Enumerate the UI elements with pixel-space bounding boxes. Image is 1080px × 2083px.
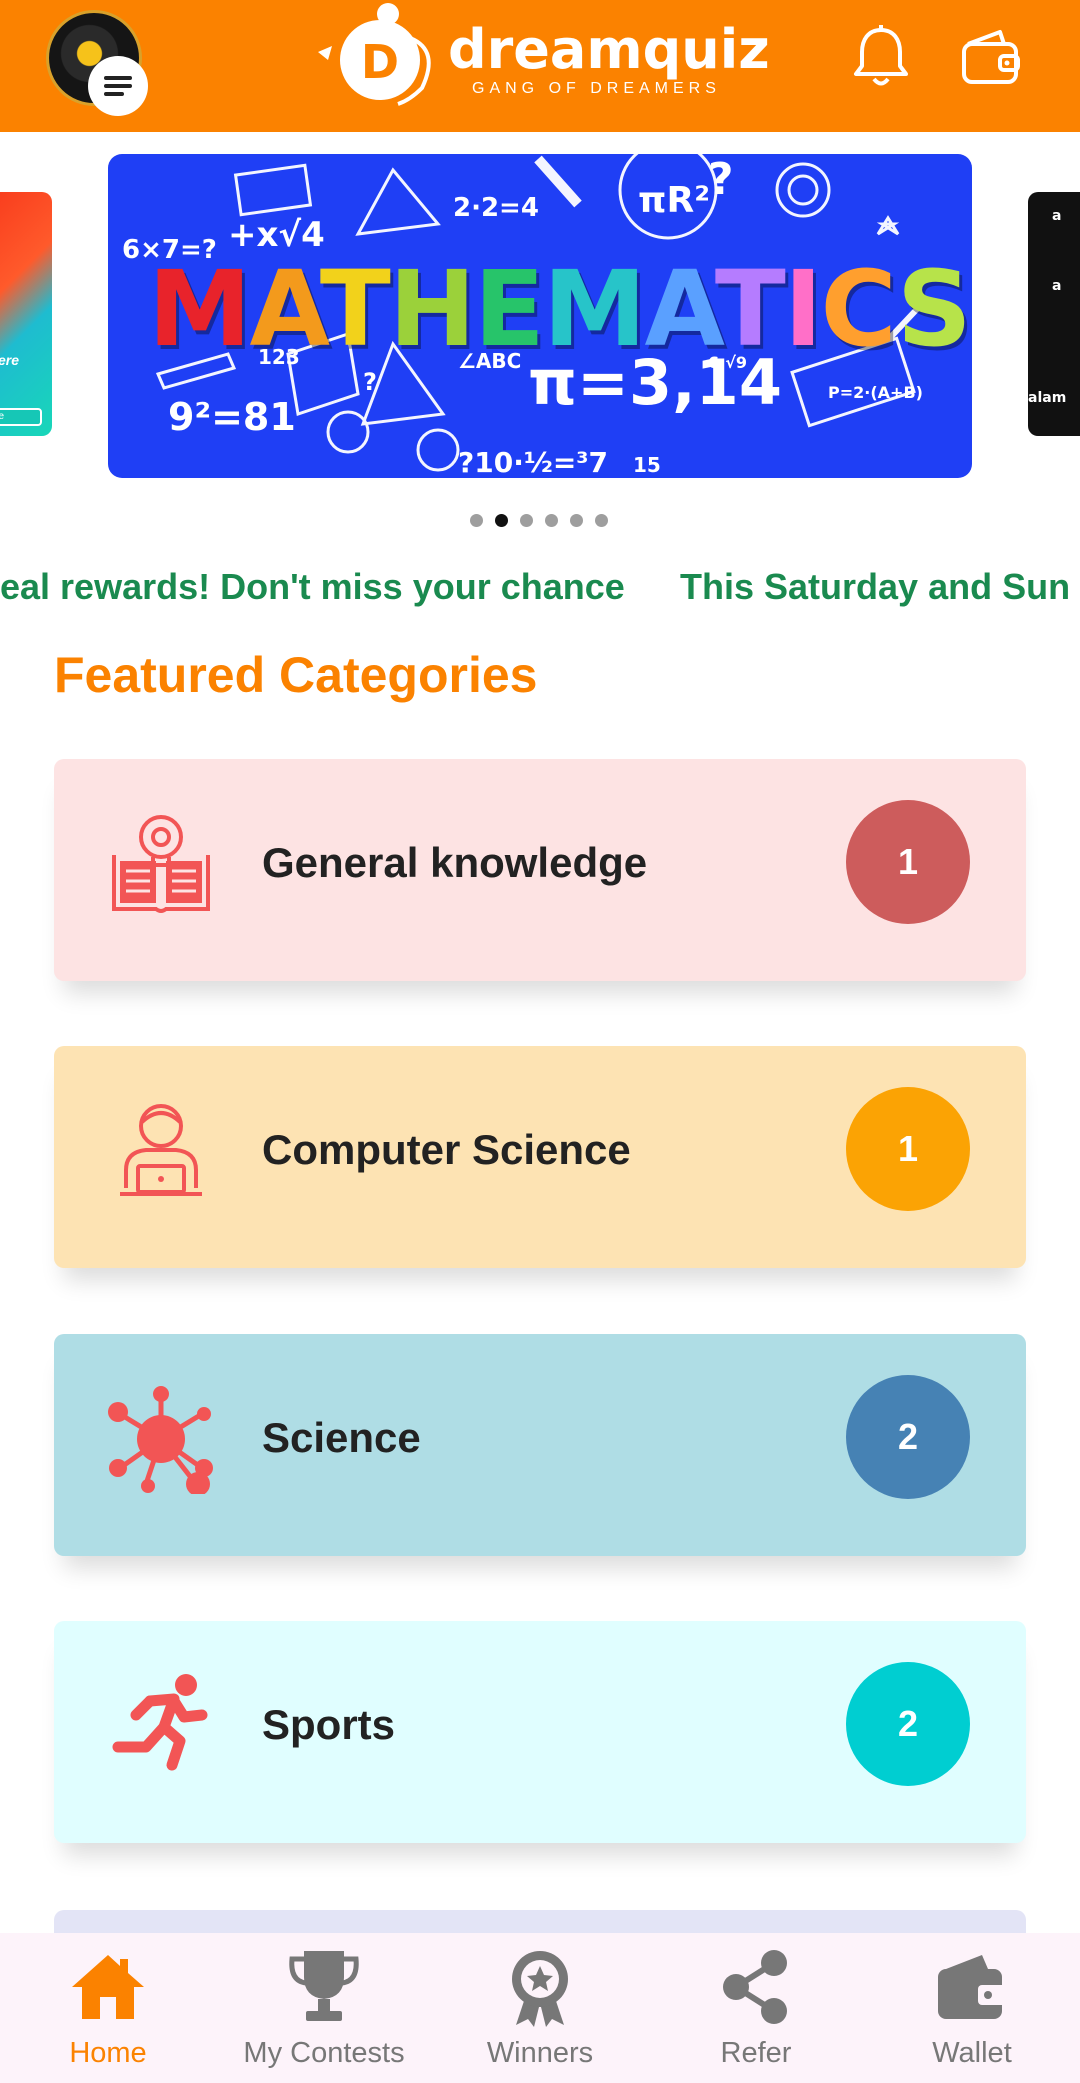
carousel-slide-mathematics[interactable]: 6×7=? +x√4 2·2=4 πR² ? 9²=81 123 ∠ABC π=… [108,154,972,478]
banner-title: MATHEMATICS [148,248,972,370]
category-name: Sports [262,1701,396,1748]
svg-text:?: ? [708,154,734,205]
carousel-slide-next[interactable]: a a alam [1028,192,1080,436]
category-card-general-knowledge[interactable]: General knowledge 1 [54,759,1026,981]
carousel-dot[interactable] [545,514,558,527]
svg-text:2·2=4: 2·2=4 [453,193,539,223]
nav-refer[interactable]: Refer [648,1933,864,2083]
svg-text:a: a [1052,278,1061,294]
home-icon [72,1955,144,2019]
category-name: Science [262,1414,421,1461]
nav-label: My Contests [243,2037,405,2069]
wallet-icon [938,1955,1006,2019]
banner-title-letter: C [820,248,899,370]
category-card-computer-science[interactable]: Computer Science 1 [54,1046,1026,1268]
banner-title-letter: I [783,248,823,370]
nav-winners[interactable]: Winners [432,1933,648,2083]
category-name: General knowledge [262,839,648,886]
svg-text:P=2·(A+B): P=2·(A+B) [828,383,923,402]
banner-title-letter: A [249,248,322,370]
category-card-science[interactable]: Science 2 [54,1334,1026,1556]
logo-tagline: GANG OF DREAMERS [472,80,721,97]
carousel-dot[interactable] [570,514,583,527]
trophy-icon [289,1951,359,2021]
share-icon [723,1950,787,2024]
banner-title-letter: A [644,248,716,370]
svg-text:alam: alam [1028,390,1066,406]
svg-text:9²=81: 9²=81 [168,395,296,439]
book-bulb-icon [106,809,216,919]
logo-text: dreamquiz [448,18,770,81]
svg-text:?10·½=³7: ?10·½=³7 [458,446,608,478]
category-count-badge: 1 [846,800,970,924]
marquee-text: This Saturday and Sun [680,566,1071,607]
category-count-badge: 1 [846,1087,970,1211]
marquee-text: eal rewards! Don't miss your chance [0,566,625,607]
category-count-badge: 2 [846,1662,970,1786]
nav-wallet[interactable]: Wallet [864,1933,1080,2083]
medal-icon [512,1951,568,2027]
banner-carousel[interactable]: ere e Here e Here 6×7=? [0,150,1080,527]
svg-text:D: D [361,35,399,89]
category-name: Computer Science [262,1126,631,1173]
running-man-icon [106,1671,216,1781]
featured-categories-title: Featured Categories [54,647,538,703]
bottom-navigation: Home My Contests Winners Refer Wallet [0,1933,1080,2083]
svg-text:πR²: πR² [638,180,710,221]
nav-label: Winners [486,2037,594,2069]
svg-text:a: a [1052,208,1061,224]
banner-title-letter: T [714,248,786,370]
bell-icon[interactable] [846,22,916,92]
nav-my-contests[interactable]: My Contests [216,1933,432,2083]
announcement-marquee: eal rewards! Don't miss your chance This… [0,566,1080,610]
category-count-badge: 2 [846,1375,970,1499]
person-laptop-icon [106,1096,216,1206]
nav-label: Wallet [932,2037,1012,2069]
carousel-dot[interactable] [470,514,483,527]
slide-pill: e Here [0,408,42,426]
banner-title-letter: M [148,248,251,370]
carousel-slide-previous[interactable]: ere e Here e Here [0,192,52,436]
logo-mark-icon: D [318,3,431,106]
svg-text:15: 15 [633,453,661,477]
nav-label: Home [69,2037,147,2069]
menu-icon[interactable] [88,56,148,116]
molecule-icon [106,1384,216,1496]
banner-title-letter: T [319,248,391,370]
banner-title-letter: S [896,248,972,370]
banner-title-letter: M [542,248,646,370]
carousel-dot[interactable] [595,514,608,527]
banner-title-letter: E [473,248,545,370]
wallet-icon[interactable] [956,22,1026,92]
slide-tag-text: ere [0,352,20,368]
nav-home[interactable]: Home [0,1933,216,2083]
category-card-sports[interactable]: Sports 2 [54,1621,1026,1843]
app-logo: D dreamquiz GANG OF DREAMERS [310,0,770,110]
app-header: D dreamquiz GANG OF DREAMERS [0,0,1080,132]
carousel-dot[interactable] [520,514,533,527]
banner-title-letter: H [388,248,476,370]
svg-text:?: ? [363,368,377,396]
nav-label: Refer [720,2037,792,2069]
carousel-dot[interactable] [495,514,508,527]
